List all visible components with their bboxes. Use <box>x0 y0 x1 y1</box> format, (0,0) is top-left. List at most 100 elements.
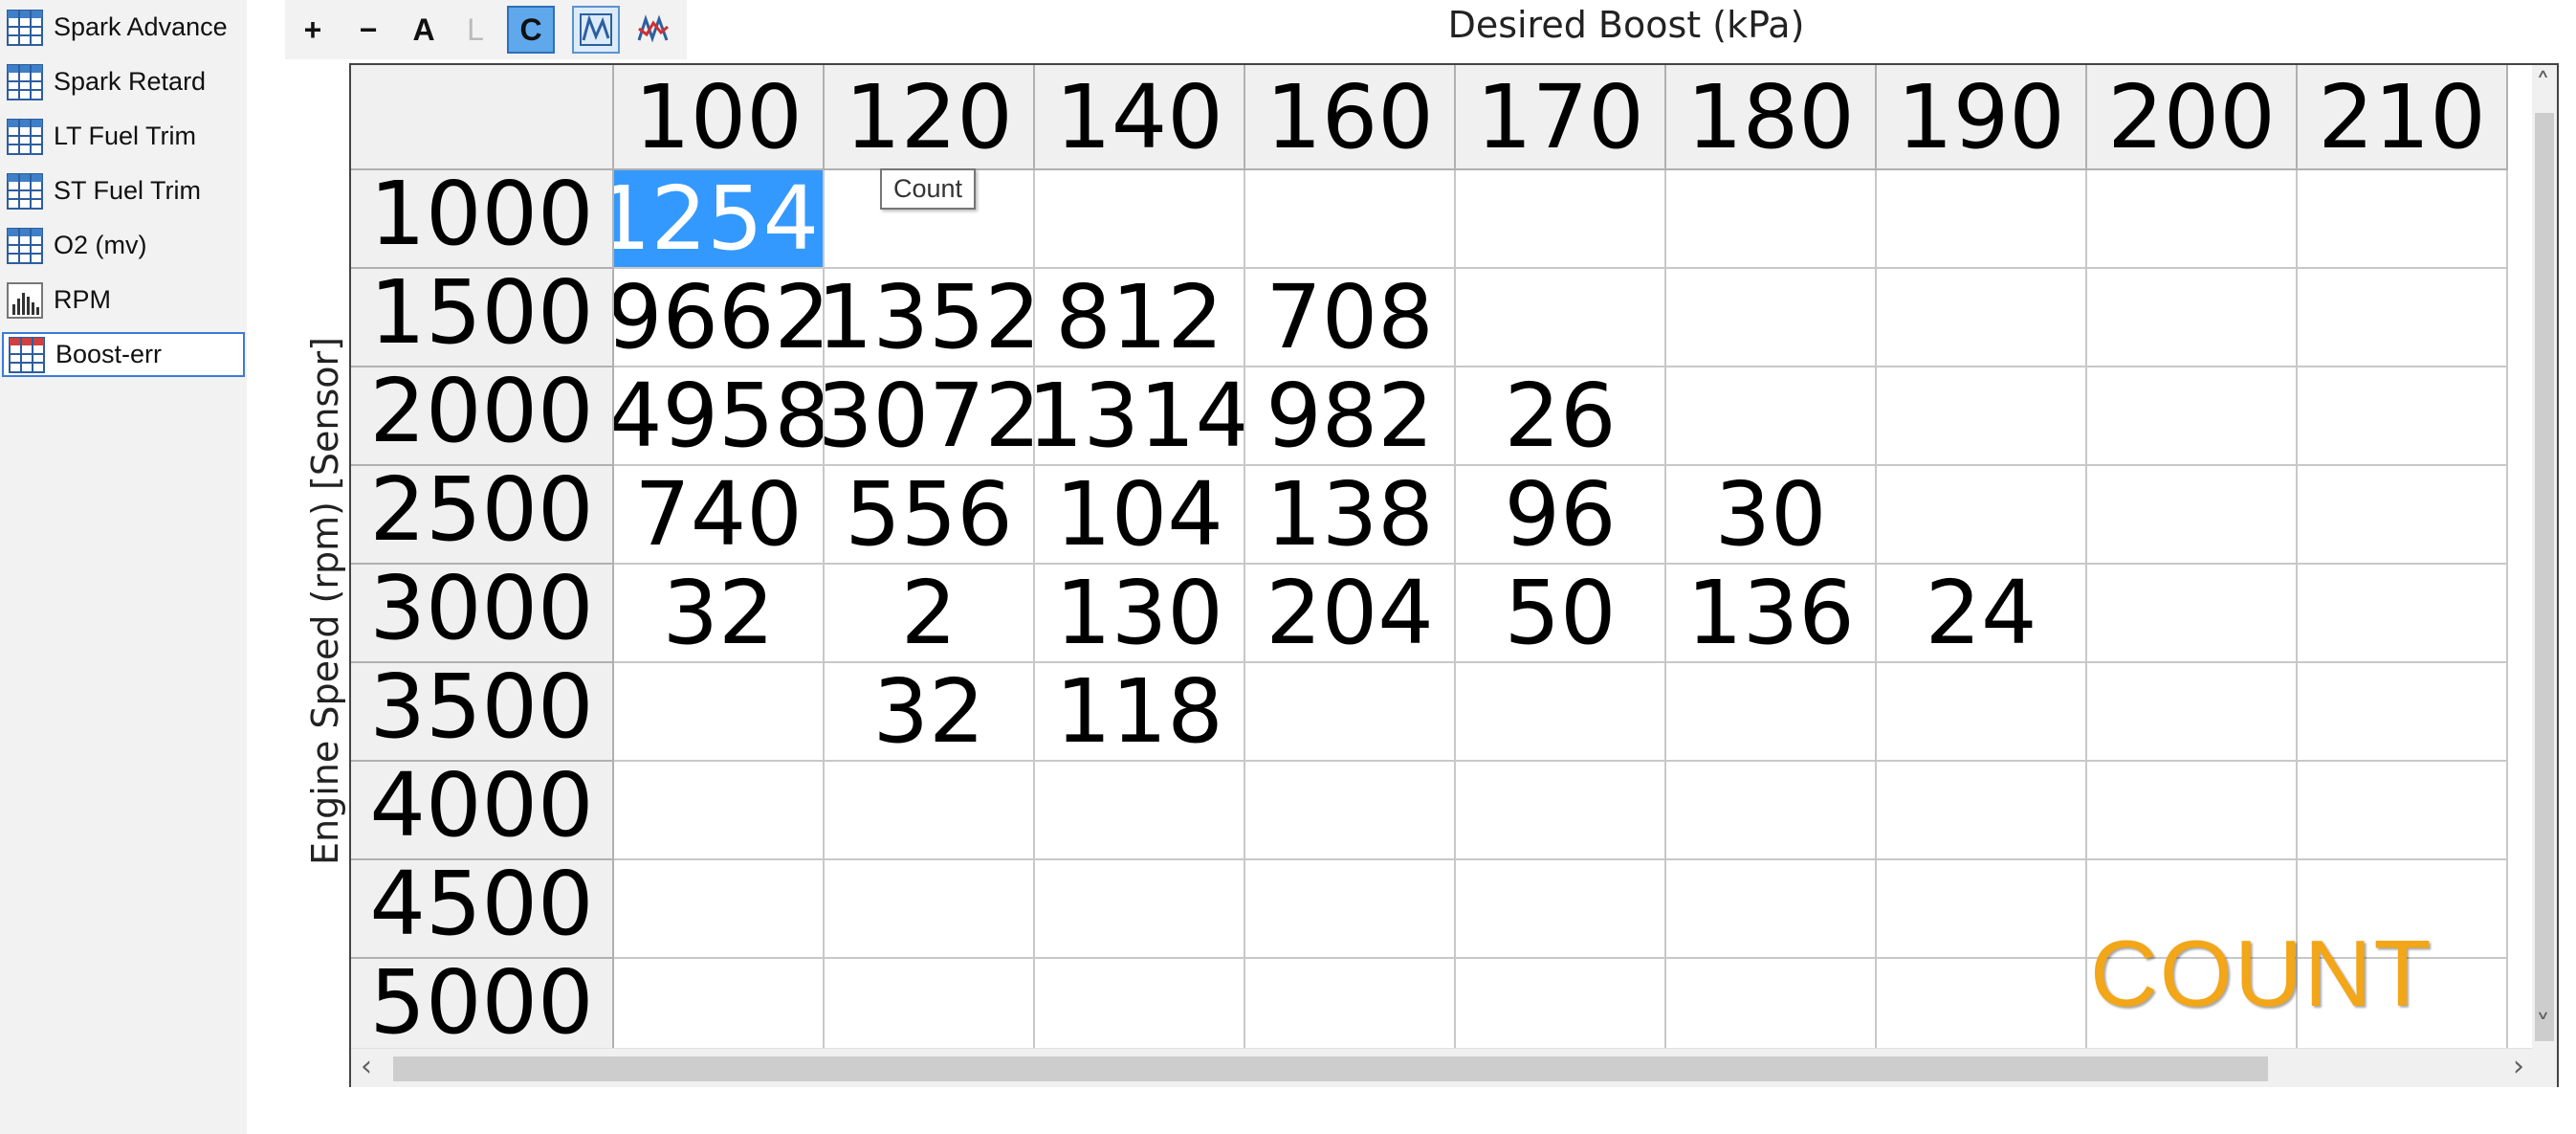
table-cell[interactable] <box>1245 170 1456 269</box>
row-header[interactable]: 3500 <box>351 663 614 762</box>
horizontal-scrollbar[interactable]: ‹ › <box>351 1048 2534 1087</box>
table-cell[interactable] <box>2298 565 2508 663</box>
table-cell[interactable]: 1314 <box>1035 367 1245 466</box>
table-cell[interactable] <box>1245 860 1456 959</box>
table-cell[interactable] <box>2298 367 2508 466</box>
table-cell[interactable]: 50 <box>1456 565 1666 663</box>
table-cell[interactable] <box>1877 663 2087 762</box>
table-cell[interactable] <box>1666 762 1877 860</box>
table-cell[interactable]: 708 <box>1245 269 1456 367</box>
horizontal-scroll-thumb[interactable] <box>393 1056 2268 1081</box>
table-cell[interactable]: 1352 <box>825 269 1035 367</box>
table-cell[interactable] <box>614 959 825 1057</box>
table-cell[interactable] <box>2298 762 2508 860</box>
sidebar-item-o2[interactable]: O2 (mv) <box>2 223 245 268</box>
table-cell[interactable] <box>614 762 825 860</box>
row-header[interactable]: 2500 <box>351 466 614 565</box>
table-cell[interactable] <box>1456 959 1666 1057</box>
table-cell[interactable] <box>1877 860 2087 959</box>
table-cell[interactable]: 138 <box>1245 466 1456 565</box>
add-button[interactable]: + <box>289 6 337 54</box>
column-header[interactable]: 100 <box>614 65 825 170</box>
table-cell[interactable]: 556 <box>825 466 1035 565</box>
table-cell[interactable]: 136 <box>1666 565 1877 663</box>
sidebar-item-st-fuel-trim[interactable]: ST Fuel Trim <box>2 168 245 213</box>
scroll-up-icon[interactable]: ˄ <box>2536 71 2550 100</box>
sidebar-item-rpm[interactable]: RPM <box>2 278 245 322</box>
l-button[interactable]: L <box>451 6 499 54</box>
table-cell[interactable] <box>1245 959 1456 1057</box>
column-header[interactable]: 180 <box>1666 65 1877 170</box>
table-cell[interactable] <box>614 860 825 959</box>
column-header[interactable]: 210 <box>2298 65 2508 170</box>
table-cell[interactable] <box>1666 269 1877 367</box>
table-cell[interactable]: 9662 <box>614 269 825 367</box>
table-cell[interactable] <box>1666 959 1877 1057</box>
table-cell[interactable]: 4958 <box>614 367 825 466</box>
table-cell[interactable] <box>1456 170 1666 269</box>
table-cell[interactable]: 740 <box>614 466 825 565</box>
column-header[interactable]: 200 <box>2087 65 2298 170</box>
column-header[interactable]: 170 <box>1456 65 1666 170</box>
vertical-scrollbar[interactable]: ˄ ˅ <box>2532 65 2557 1087</box>
table-cell[interactable] <box>1877 367 2087 466</box>
table-cell[interactable]: 118 <box>1035 663 1245 762</box>
table-cell[interactable] <box>614 663 825 762</box>
table-cell[interactable] <box>825 959 1035 1057</box>
table-cell[interactable] <box>1666 170 1877 269</box>
table-cell[interactable]: 30 <box>1666 466 1877 565</box>
table-cell[interactable] <box>1035 170 1245 269</box>
table-cell[interactable] <box>1877 762 2087 860</box>
column-header[interactable]: 160 <box>1245 65 1456 170</box>
scroll-right-icon[interactable]: › <box>2513 1053 2524 1081</box>
table-cell[interactable] <box>1035 762 1245 860</box>
a-button[interactable]: A <box>400 6 448 54</box>
table-cell[interactable]: 130 <box>1035 565 1245 663</box>
compare-graph-button[interactable] <box>629 6 677 54</box>
table-cell[interactable] <box>2087 170 2298 269</box>
table-cell[interactable]: 32 <box>825 663 1035 762</box>
table-cell[interactable] <box>1245 663 1456 762</box>
table-cell[interactable] <box>2298 466 2508 565</box>
table-cell[interactable] <box>2087 466 2298 565</box>
row-header[interactable]: 4000 <box>351 762 614 860</box>
table-cell[interactable] <box>2087 762 2298 860</box>
table-cell[interactable] <box>2087 269 2298 367</box>
table-cell[interactable]: 96 <box>1456 466 1666 565</box>
sidebar-item-boost-err[interactable]: Boost-err <box>2 332 245 377</box>
table-cell[interactable]: 26 <box>1456 367 1666 466</box>
table-cell[interactable]: 3072 <box>825 367 1035 466</box>
table-cell[interactable] <box>1666 663 1877 762</box>
column-header[interactable]: 190 <box>1877 65 2087 170</box>
table-cell[interactable] <box>1666 367 1877 466</box>
table-cell[interactable] <box>1666 860 1877 959</box>
subtract-button[interactable]: − <box>344 6 392 54</box>
table-cell[interactable] <box>2087 565 2298 663</box>
row-header[interactable]: 5000 <box>351 959 614 1057</box>
table-cell[interactable] <box>1877 466 2087 565</box>
table-cell[interactable] <box>1245 762 1456 860</box>
row-header[interactable]: 2000 <box>351 367 614 466</box>
table-cell[interactable] <box>2298 170 2508 269</box>
row-header[interactable]: 4500 <box>351 860 614 959</box>
row-header[interactable]: 3000 <box>351 565 614 663</box>
table-cell[interactable]: 104 <box>1035 466 1245 565</box>
sidebar-item-spark-advance[interactable]: Spark Advance <box>2 5 245 50</box>
table-cell[interactable] <box>1035 860 1245 959</box>
table-cell[interactable] <box>1877 170 2087 269</box>
scroll-left-icon[interactable]: ‹ <box>361 1053 372 1081</box>
table-cell[interactable] <box>1877 269 2087 367</box>
sidebar-item-lt-fuel-trim[interactable]: LT Fuel Trim <box>2 114 245 159</box>
row-header[interactable]: 1000 <box>351 170 614 269</box>
table-cell[interactable] <box>1456 663 1666 762</box>
table-cell[interactable] <box>1456 860 1666 959</box>
table-cell[interactable] <box>1035 959 1245 1057</box>
table-cell[interactable] <box>1456 762 1666 860</box>
sidebar-item-spark-retard[interactable]: Spark Retard <box>2 59 245 104</box>
table-cell[interactable] <box>2087 663 2298 762</box>
table-cell[interactable]: 1254 <box>614 170 825 269</box>
table-cell[interactable] <box>2087 367 2298 466</box>
scroll-down-icon[interactable]: ˅ <box>2536 1012 2550 1041</box>
table-cell[interactable]: 32 <box>614 565 825 663</box>
table-cell[interactable]: 24 <box>1877 565 2087 663</box>
